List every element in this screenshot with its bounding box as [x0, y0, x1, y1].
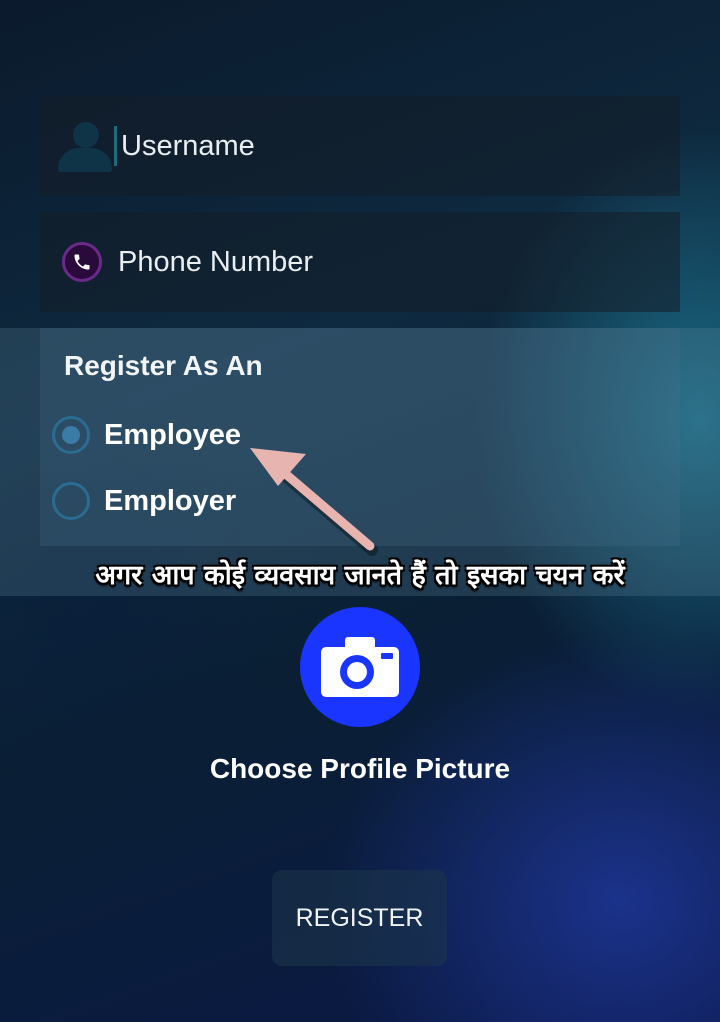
register-button[interactable]: REGISTER	[272, 870, 447, 966]
radio-employer[interactable]: Employer	[52, 482, 236, 520]
annotation-arrow-icon	[250, 448, 378, 556]
phone-number-field[interactable]: Phone Number	[40, 212, 680, 312]
username-placeholder: Username	[121, 129, 255, 162]
phone-icon	[62, 242, 102, 282]
radio-employee[interactable]: Employee	[52, 416, 241, 454]
radio-employee-label: Employee	[104, 418, 241, 451]
radio-selected-icon	[52, 416, 90, 454]
user-icon	[56, 118, 114, 174]
radio-employer-label: Employer	[104, 484, 237, 517]
register-as-title: Register As An	[64, 350, 263, 381]
text-cursor	[114, 126, 117, 166]
radio-unselected-icon	[52, 482, 90, 520]
username-field[interactable]: Username	[40, 96, 680, 196]
annotation-hindi-text: अगर आप कोई व्यवसाय जानते हैं तो इसका चयन…	[95, 560, 625, 591]
camera-icon	[321, 637, 399, 697]
choose-profile-picture-button[interactable]	[300, 607, 420, 727]
phone-placeholder: Phone Number	[118, 245, 314, 278]
choose-profile-picture-label[interactable]: Choose Profile Picture	[0, 753, 720, 785]
